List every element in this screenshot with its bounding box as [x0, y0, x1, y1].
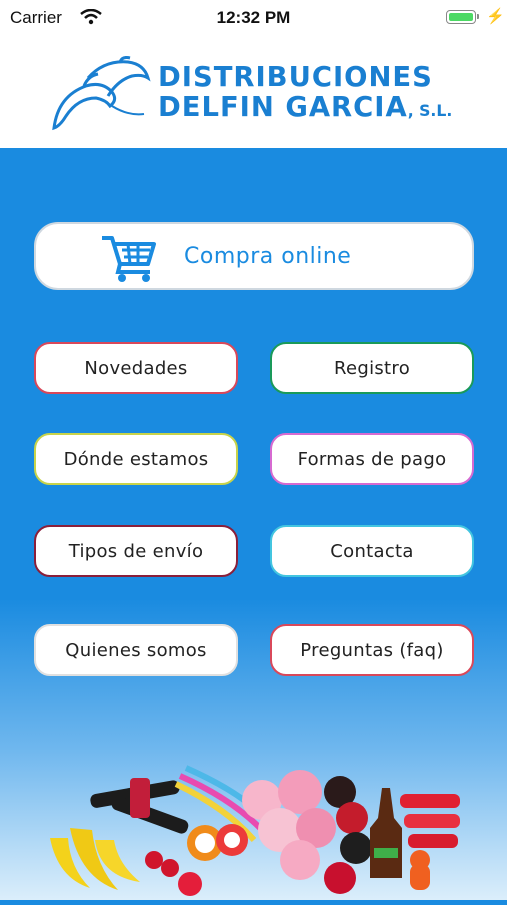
donde-estamos-label: Dónde estamos	[63, 448, 209, 470]
contacta-button[interactable]: Contacta	[270, 525, 474, 577]
status-bar: Carrier 12:32 PM ⚡	[0, 0, 507, 36]
contacta-label: Contacta	[330, 540, 414, 562]
header: DISTRIBUCIONES DELFIN GARCIA, S.L.	[0, 36, 507, 148]
tipos-de-envio-label: Tipos de envío	[68, 540, 204, 562]
battery-icon	[446, 10, 479, 24]
preguntas-faq-button[interactable]: Preguntas (faq)	[270, 624, 474, 676]
candy-illustration	[0, 748, 507, 905]
formas-de-pago-label: Formas de pago	[297, 448, 447, 470]
registro-button[interactable]: Registro	[270, 342, 474, 394]
quienes-somos-label: Quienes somos	[65, 639, 207, 661]
tipos-de-envio-button[interactable]: Tipos de envío	[34, 525, 238, 577]
status-time: 12:32 PM	[216, 8, 291, 27]
registro-label: Registro	[333, 357, 411, 379]
quienes-somos-button[interactable]: Quienes somos	[34, 624, 238, 676]
preguntas-faq-label: Preguntas (faq)	[300, 639, 444, 661]
logo-suffix: , S.L.	[407, 101, 453, 120]
logo-line1: DISTRIBUCIONES	[158, 60, 433, 93]
novedades-label: Novedades	[84, 357, 188, 379]
compra-online-button[interactable]: Compra online	[34, 222, 474, 290]
charging-icon: ⚡	[486, 8, 505, 25]
logo-line2: DELFIN GARCIA	[158, 90, 408, 123]
company-logo: DISTRIBUCIONES DELFIN GARCIA, S.L.	[158, 62, 452, 126]
donde-estamos-button[interactable]: Dónde estamos	[34, 433, 238, 485]
compra-online-label: Compra online	[184, 244, 352, 269]
novedades-button[interactable]: Novedades	[34, 342, 238, 394]
dolphins-icon	[48, 56, 154, 141]
shopping-cart-icon	[100, 230, 158, 289]
formas-de-pago-button[interactable]: Formas de pago	[270, 433, 474, 485]
